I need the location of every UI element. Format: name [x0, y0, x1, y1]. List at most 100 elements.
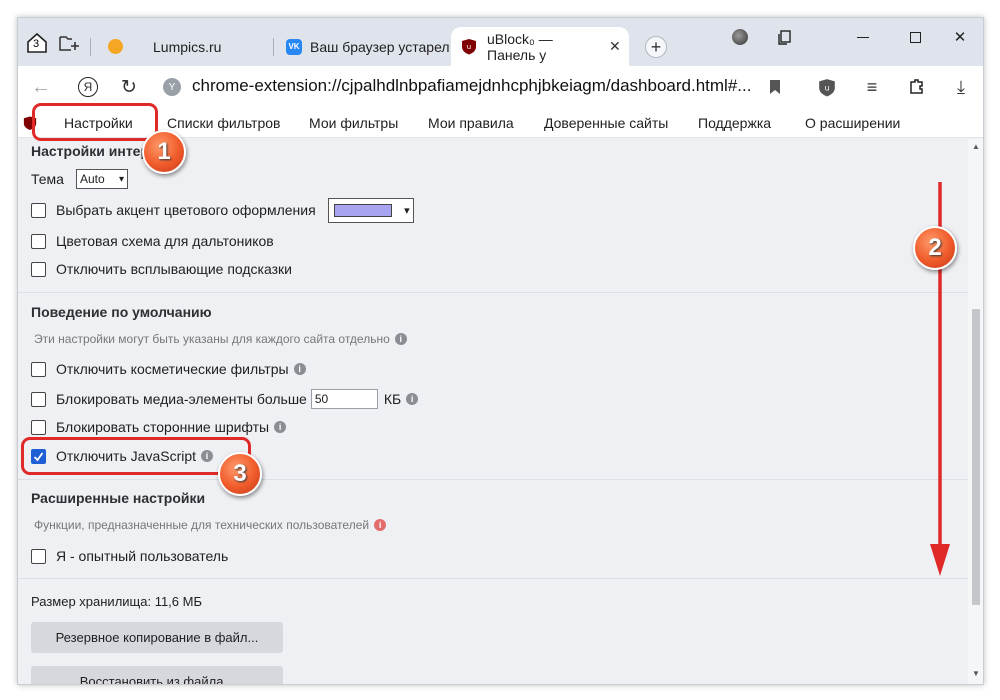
folder-plus-icon — [59, 36, 79, 51]
theme-label: Тема — [31, 171, 64, 187]
media-size-input[interactable]: 50 — [310, 389, 378, 409]
theme-select[interactable]: Auto ▾ — [75, 169, 128, 189]
media-checkbox[interactable] — [31, 391, 46, 407]
tab-separator — [273, 38, 274, 56]
info-icon[interactable]: i — [274, 421, 287, 433]
extensions-button[interactable] — [904, 74, 930, 100]
tab-about[interactable]: О расширении — [805, 115, 900, 131]
section-divider — [18, 292, 968, 293]
cosmetic-label: Отключить косметические фильтры — [56, 361, 289, 377]
tab-vk[interactable]: VK Ваш браузер устарел — [276, 27, 451, 66]
info-icon[interactable]: i — [406, 393, 419, 405]
tab-my-filters[interactable]: Мои фильтры — [309, 115, 398, 131]
cosmetic-checkbox[interactable] — [31, 361, 46, 377]
storage-size: Размер хранилища: 11,6 МБ — [31, 593, 202, 609]
step-badge-3: 3 — [218, 452, 262, 496]
expert-row: Я - опытный пользователь — [31, 546, 228, 566]
tab-separator — [90, 38, 91, 56]
fonts-label: Блокировать сторонние шрифты — [56, 419, 270, 435]
colorblind-row: Цветовая схема для дальтоников — [31, 231, 274, 251]
profile-avatar[interactable] — [725, 26, 755, 48]
accent-color-swatch — [333, 203, 392, 217]
collections-button[interactable] — [770, 26, 800, 48]
menu-button[interactable]: ≡ — [859, 74, 885, 100]
tab-counter: 3 — [33, 38, 40, 50]
minimize-button[interactable] — [848, 26, 878, 48]
expert-checkbox[interactable] — [31, 548, 46, 564]
restore-button[interactable]: Восстановить из файла... — [31, 666, 283, 684]
tab-my-rules[interactable]: Мои правила — [428, 115, 514, 131]
tab-filter-lists[interactable]: Списки фильтров — [167, 115, 280, 131]
back-button[interactable]: ← — [28, 74, 54, 100]
avatar-icon — [732, 29, 748, 45]
settings-content: Настройки интер Тема Auto ▾ Выбрать акце… — [18, 139, 968, 684]
accent-color-picker[interactable]: ▾ — [327, 197, 414, 223]
accent-checkbox[interactable] — [31, 202, 46, 218]
fonts-checkbox[interactable] — [31, 419, 46, 435]
browser-window: 3 Lumpics.ru VK Ваш браузер устарел u uB… — [17, 17, 984, 685]
tab-label: Lumpics.ru — [153, 38, 222, 55]
step-badge-2: 2 — [913, 226, 957, 270]
section-title-advanced: Расширенные настройки — [31, 490, 206, 506]
chevron-down-icon: ▾ — [404, 204, 410, 217]
plus-icon: + — [650, 37, 662, 57]
ublock-shield-icon: u — [819, 78, 835, 96]
bookmark-icon — [770, 80, 780, 94]
tooltips-checkbox[interactable] — [31, 261, 46, 277]
callout-highlight-settings — [32, 103, 158, 141]
tab-counter-button[interactable]: 3 — [24, 31, 50, 55]
bookmark-button[interactable] — [762, 74, 788, 100]
close-icon[interactable]: ✕ — [609, 38, 621, 55]
chevron-down-icon: ▾ — [118, 173, 124, 185]
downloads-button[interactable]: ⤓ — [948, 74, 974, 100]
info-icon[interactable]: i — [293, 363, 306, 375]
new-folder-button[interactable] — [56, 31, 82, 55]
colorblind-label: Цветовая схема для дальтоников — [56, 233, 274, 249]
new-tab-button[interactable]: + — [645, 36, 667, 58]
step-badge-1: 1 — [142, 130, 186, 174]
backup-button[interactable]: Резервное копирование в файл... — [31, 622, 283, 653]
site-info-button[interactable]: Y — [159, 74, 185, 100]
address-bar: ← Я ↻ Y chrome-extension://cjpalhdlnbpaf… — [18, 66, 983, 108]
close-icon: ✕ — [953, 29, 967, 46]
download-icon: ⤓ — [957, 76, 965, 97]
site-info-icon: Y — [163, 78, 181, 96]
orange-ball-icon — [108, 39, 123, 54]
tab-support[interactable]: Поддержка — [698, 115, 771, 131]
section-divider — [18, 578, 968, 579]
url-text[interactable]: chrome-extension://cjpalhdlnbpafiamejdnh… — [192, 76, 751, 96]
vk-icon: VK — [286, 38, 302, 55]
bookmark-pages-icon — [778, 30, 791, 45]
theme-value: Auto — [79, 172, 105, 186]
svg-text:u: u — [825, 83, 830, 92]
tab-label: uBlock₀ — Панель у — [487, 30, 553, 63]
tab-ublock[interactable]: u uBlock₀ — Панель у ✕ — [451, 27, 629, 66]
scroll-down-arrow-icon[interactable]: ▼ — [972, 669, 980, 678]
scrollbar-thumb[interactable] — [972, 309, 980, 605]
tab-lumpics[interactable]: Lumpics.ru — [98, 27, 268, 66]
info-icon[interactable]: i — [394, 333, 407, 345]
vertical-scrollbar[interactable]: ▲ ▼ — [968, 139, 983, 684]
maximize-button[interactable] — [900, 26, 930, 48]
fonts-row: Блокировать сторонние шрифты i — [31, 417, 287, 437]
colorblind-checkbox[interactable] — [31, 233, 46, 249]
defaults-hint-text: Эти настройки могут быть указаны для каж… — [34, 332, 390, 346]
ublock-shield-icon: u — [462, 39, 476, 55]
theme-row: Тема Auto ▾ — [31, 169, 128, 189]
minimize-icon — [857, 36, 869, 38]
media-row: Блокировать медиа-элементы больше 50 КБ … — [31, 389, 419, 409]
ublock-extension-button[interactable]: u — [814, 74, 840, 100]
reload-button[interactable]: ↻ — [116, 74, 142, 100]
tooltips-label: Отключить всплывающие подсказки — [56, 261, 292, 277]
advanced-hint-text: Функции, предназначенные для технических… — [34, 518, 370, 532]
warning-info-icon[interactable]: i — [374, 519, 387, 531]
defaults-hint: Эти настройки могут быть указаны для каж… — [34, 332, 407, 346]
scroll-up-arrow-icon[interactable]: ▲ — [972, 142, 980, 151]
tab-trusted-sites[interactable]: Доверенные сайты — [544, 115, 668, 131]
yandex-button[interactable]: Я — [75, 74, 101, 100]
section-divider — [18, 479, 968, 480]
expert-label: Я - опытный пользователь — [56, 548, 229, 564]
close-window-button[interactable]: ✕ — [945, 26, 975, 48]
tab-label: Ваш браузер устарел — [310, 38, 450, 55]
hamburger-icon: ≡ — [866, 76, 878, 97]
